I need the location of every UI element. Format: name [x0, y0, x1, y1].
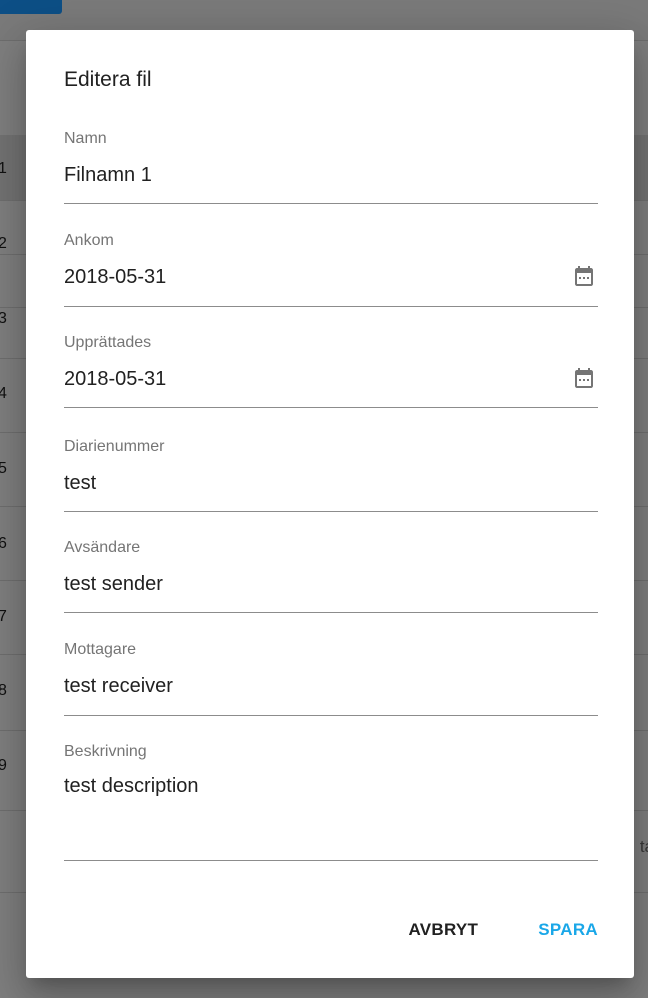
arrived-label: Ankom: [64, 232, 114, 249]
registry-number-label: Diarienummer: [64, 438, 165, 455]
background-row-number: 9: [0, 757, 7, 774]
sender-underline: [64, 612, 598, 613]
sender-field[interactable]: Avsändare test sender: [64, 539, 598, 615]
receiver-field[interactable]: Mottagare test receiver: [64, 641, 598, 717]
registry-number-underline: [64, 511, 598, 512]
name-underline: [64, 203, 598, 204]
receiver-input[interactable]: test receiver: [64, 675, 173, 698]
background-row-number: 8: [0, 682, 7, 699]
background-cut-off-text: ta: [639, 837, 648, 856]
description-label: Beskrivning: [64, 743, 147, 760]
arrived-underline: [64, 306, 598, 307]
description-field[interactable]: Beskrivning test description: [64, 743, 598, 863]
background-row-number: 2: [0, 235, 7, 252]
name-label: Namn: [64, 130, 107, 147]
calendar-icon[interactable]: [572, 264, 596, 288]
background-row-number: 6: [0, 535, 7, 552]
arrived-date-input[interactable]: 2018-05-31: [64, 266, 166, 289]
receiver-label: Mottagare: [64, 641, 137, 658]
created-date-input[interactable]: 2018-05-31: [64, 368, 166, 391]
name-field[interactable]: Namn Filnamn 1: [64, 130, 598, 206]
edit-file-dialog: Editera fil Namn Filnamn 1 Ankom 2018-05…: [26, 30, 634, 978]
receiver-underline: [64, 715, 598, 716]
save-button[interactable]: SPARA: [538, 920, 598, 940]
created-date-field[interactable]: Upprättades 2018-05-31: [64, 334, 598, 410]
created-label: Upprättades: [64, 334, 152, 351]
name-input[interactable]: Filnamn 1: [64, 164, 152, 187]
dialog-actions: AVBRYT SPARA: [408, 920, 598, 940]
description-textarea[interactable]: test description: [64, 775, 199, 798]
created-underline: [64, 407, 598, 408]
background-row-number: 3: [0, 310, 7, 327]
cancel-button[interactable]: AVBRYT: [408, 920, 478, 940]
description-underline: [64, 860, 598, 861]
registry-number-field[interactable]: Diarienummer test: [64, 438, 598, 514]
arrived-date-field[interactable]: Ankom 2018-05-31: [64, 232, 598, 308]
background-row-number: 4: [0, 385, 7, 402]
sender-input[interactable]: test sender: [64, 573, 163, 596]
background-row-number: 7: [0, 608, 7, 625]
dialog-title: Editera fil: [64, 68, 152, 91]
background-row-number: 1: [0, 160, 7, 177]
calendar-icon[interactable]: [572, 366, 596, 390]
background-row-number: 5: [0, 460, 7, 477]
background-primary-button: [0, 0, 62, 14]
registry-number-input[interactable]: test: [64, 472, 96, 495]
sender-label: Avsändare: [64, 539, 141, 556]
